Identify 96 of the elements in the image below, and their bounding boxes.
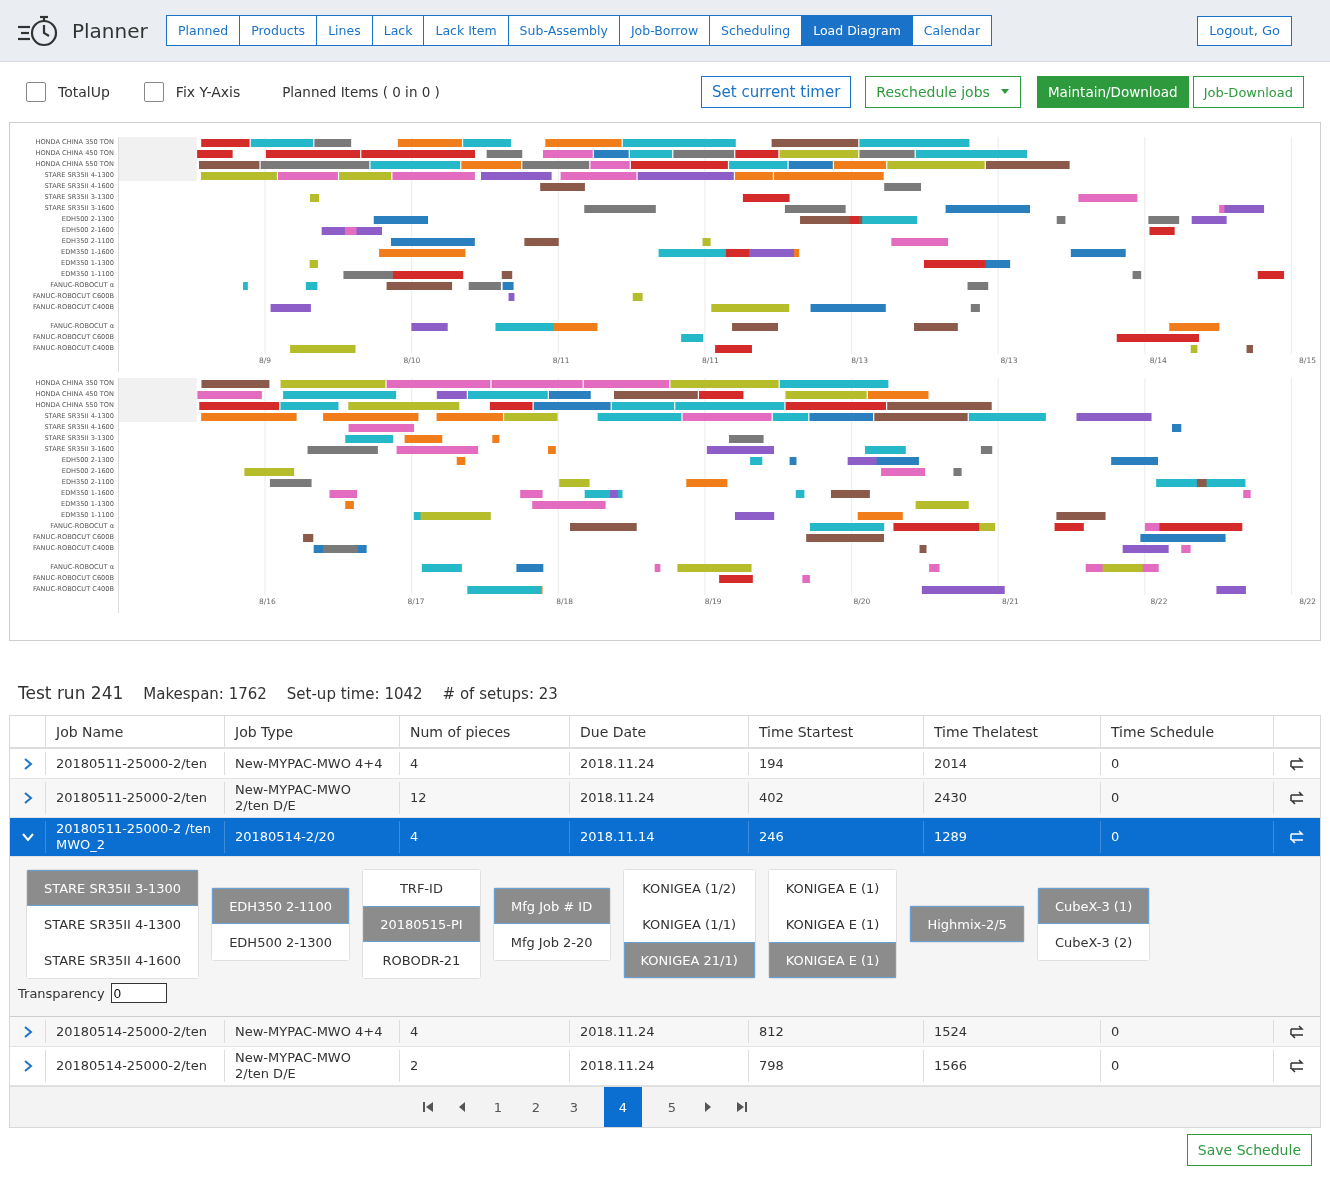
run-title: Test run 241 xyxy=(18,683,124,703)
job-row[interactable]: 20180511-25000-2/ten New-MYPAC-MWO 2/ten D/E 12 2018.11.24 402 2430 0 xyxy=(10,779,1320,818)
setups-count-text: # of setups: 23 xyxy=(442,685,558,703)
table-cell: 2018.11.24 xyxy=(570,1020,749,1043)
table-cell: 2 xyxy=(400,1050,570,1082)
page-button[interactable]: 4 xyxy=(604,1087,642,1127)
first-page-icon[interactable] xyxy=(422,1101,434,1113)
checkbox-label: TotalUp xyxy=(58,84,110,100)
column-header: Time Thelatest xyxy=(924,716,1101,747)
option-item[interactable]: EDH350 2-1100 xyxy=(212,888,350,924)
table-cell: 402 xyxy=(749,782,924,814)
swap-arrows-icon[interactable] xyxy=(1289,1059,1305,1073)
table-cell: New-MYPAC-MWO 2/ten D/E xyxy=(225,782,400,814)
planned-items-count: Planned Items ( 0 in 0 ) xyxy=(282,84,440,100)
table-cell: 12 xyxy=(400,782,570,814)
logout-button[interactable]: Logout, Go xyxy=(1197,15,1292,46)
nav-tab[interactable]: Sub-Assembly xyxy=(507,16,619,45)
nav-tab[interactable]: Calendar xyxy=(911,16,992,45)
option-item[interactable]: Highmix-2/5 xyxy=(910,906,1024,942)
option-item[interactable]: STARE SR35II 3-1300 xyxy=(27,870,199,906)
column-header: Job Type xyxy=(225,716,400,747)
page-button[interactable]: 1 xyxy=(490,1087,506,1127)
table-cell: 20180514-25000-2/ten xyxy=(46,1020,225,1043)
table-cell: 4 xyxy=(400,752,570,775)
table-cell: 194 xyxy=(749,752,924,775)
job-row[interactable]: 20180511-25000-2/ten New-MYPAC-MWO 4+4 4 2018.11.24 194 2014 0 xyxy=(10,749,1320,779)
last-page-icon[interactable] xyxy=(736,1101,748,1113)
table-cell: 1566 xyxy=(924,1050,1101,1082)
nav-tab[interactable]: Planned xyxy=(167,16,240,45)
job-row[interactable]: 20180514-25000-2/ten New-MYPAC-MWO 4+4 4 2018.11.24 812 1524 0 xyxy=(10,1017,1320,1047)
swap-arrows-icon[interactable] xyxy=(1289,1024,1305,1039)
page-button[interactable]: 5 xyxy=(664,1087,680,1127)
table-cell: 1289 xyxy=(924,821,1101,853)
column-header: Time Schedule xyxy=(1101,716,1274,747)
checkbox[interactable] xyxy=(26,82,46,102)
transparency-label: Transparency xyxy=(18,985,105,1001)
job-download-button[interactable]: Job-Download xyxy=(1192,76,1304,108)
nav-tab[interactable]: Products xyxy=(239,16,317,45)
table-cell: 20180511-25000-2 /ten MWO_2 xyxy=(46,821,225,853)
table-cell: New-MYPAC-MWO 4+4 xyxy=(225,1020,400,1043)
table-cell: 2018.11.24 xyxy=(570,752,749,775)
table-cell: 0 xyxy=(1101,821,1274,853)
nav-tab[interactable]: Lines xyxy=(316,16,372,45)
table-cell: 2018.11.14 xyxy=(570,821,749,853)
table-cell: 20180511-25000-2/ten xyxy=(46,752,225,775)
makespan-text: Makespan: 1762 xyxy=(143,685,267,703)
option-item[interactable]: CubeX-3 (1) xyxy=(1037,888,1150,924)
job-row[interactable]: 20180514-25000-2/ten New-MYPAC-MWO 2/ten D/E 2 2018.11.24 798 1566 0 xyxy=(10,1047,1320,1086)
table-cell: 246 xyxy=(749,821,924,853)
nav-tab[interactable]: Job-Borrow xyxy=(618,16,710,45)
nav-tab[interactable]: Lack Item xyxy=(423,16,508,45)
table-cell: 1524 xyxy=(924,1020,1101,1043)
table-cell: 798 xyxy=(749,1050,924,1082)
app-title: Planner xyxy=(72,18,148,43)
save-schedule-button[interactable]: Save Schedule xyxy=(1186,1134,1312,1166)
chevron-down-icon[interactable] xyxy=(21,831,34,843)
reschedule-dropdown[interactable]: Reschedule jobs xyxy=(865,76,1021,108)
table-cell: 0 xyxy=(1101,782,1274,814)
column-header: Time Startest xyxy=(749,716,924,747)
option-item[interactable]: 20180515-PI xyxy=(363,906,480,942)
checkbox[interactable] xyxy=(143,82,164,102)
table-cell: 20180514-25000-2/ten xyxy=(46,1050,225,1082)
table-cell: New-MYPAC-MWO 4+4 xyxy=(225,752,400,775)
table-cell: New-MYPAC-MWO 2/ten D/E xyxy=(225,1050,400,1082)
checkbox-label: Fix Y-Axis xyxy=(175,84,241,100)
table-cell: 2018.11.24 xyxy=(570,782,749,814)
swap-arrows-icon[interactable] xyxy=(1289,791,1305,805)
column-header: Num of pieces xyxy=(400,716,570,747)
table-cell: 2018.11.24 xyxy=(570,1050,749,1082)
swap-arrows-icon[interactable] xyxy=(1289,756,1305,771)
table-cell: 4 xyxy=(400,821,570,853)
maintain-download-button[interactable]: Maintain/Download xyxy=(1036,76,1189,108)
table-cell: 4 xyxy=(400,1020,570,1043)
set-timer-button[interactable]: Set current timer xyxy=(701,76,852,108)
column-header: Due Date xyxy=(570,716,749,747)
table-cell: 20180511-25000-2/ten xyxy=(46,782,225,814)
option-item[interactable]: KONIGEA E (1) xyxy=(768,942,897,978)
table-cell: 20180514-2/20 xyxy=(225,821,400,853)
page-button[interactable]: 2 xyxy=(528,1087,544,1127)
page-button[interactable]: 3 xyxy=(566,1087,582,1127)
option-item[interactable]: KONIGEA 21/1) xyxy=(623,942,755,978)
option-item[interactable]: Mfg Job # ID xyxy=(493,888,610,924)
setup-time-text: Set-up time: 1042 xyxy=(286,685,423,703)
table-cell: 812 xyxy=(749,1020,924,1043)
column-header: Job Name xyxy=(46,716,225,747)
table-cell: 0 xyxy=(1101,752,1274,775)
table-cell: 2014 xyxy=(924,752,1101,775)
nav-tab[interactable]: Load Diagram xyxy=(801,16,912,45)
table-cell: 0 xyxy=(1101,1050,1274,1082)
nav-tab[interactable]: Lack xyxy=(371,16,424,45)
transparency-field[interactable]: 0 xyxy=(110,983,167,1003)
nav-tab[interactable]: Scheduling xyxy=(709,16,802,45)
caret-icon xyxy=(999,89,1010,95)
table-cell: 0 xyxy=(1101,1020,1274,1043)
table-cell: 2430 xyxy=(924,782,1101,814)
job-row[interactable]: 20180511-25000-2 /ten MWO_2 20180514-2/20 4 2018.11.14 246 1289 0 xyxy=(10,818,1320,857)
